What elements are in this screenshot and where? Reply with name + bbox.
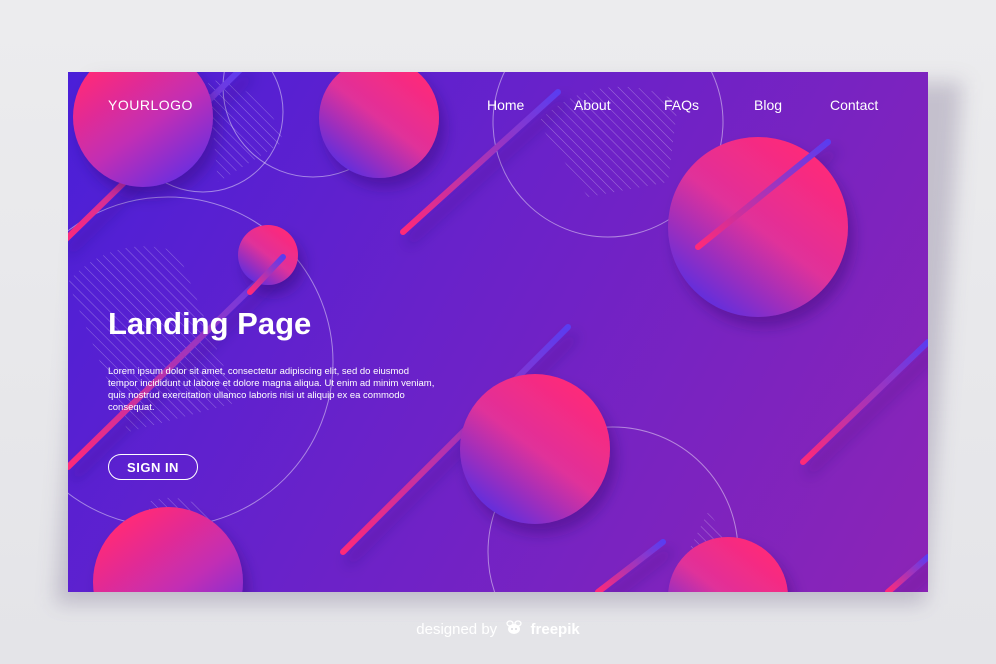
hero-title: Landing Page [108,306,312,341]
main-nav: Home About FAQs Blog Contact [68,97,928,117]
nav-item-about[interactable]: About [574,97,611,113]
attribution-brand[interactable]: freepik [531,621,580,638]
nav-item-contact[interactable]: Contact [830,97,878,113]
hero-description: Lorem ipsum dolor sit amet, consectetur … [108,366,435,413]
nav-item-home[interactable]: Home [487,97,524,113]
freepik-bee-icon [505,620,523,640]
sign-in-button[interactable]: SIGN IN [108,454,198,480]
landing-page-card: YOURLOGO Home About FAQs Blog Contact La… [68,72,928,592]
attribution: designed by freepik [0,620,996,640]
attribution-prefix: designed by [416,621,498,638]
nav-item-faqs[interactable]: FAQs [664,97,699,113]
nav-item-blog[interactable]: Blog [754,97,782,113]
